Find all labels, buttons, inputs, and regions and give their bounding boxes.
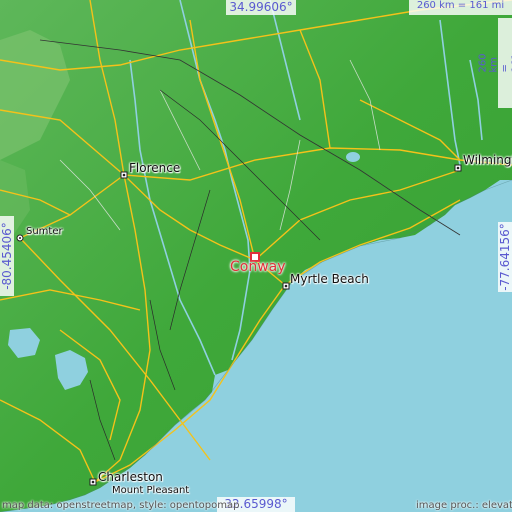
lake xyxy=(346,152,360,162)
label-florence: Florence xyxy=(129,161,181,175)
map-view[interactable]: 34.99606° 32.65998° -80.45406° -77.64156… xyxy=(0,0,512,512)
label-sumter: Sumter xyxy=(26,226,63,237)
label-myrtle-beach: Myrtle Beach xyxy=(290,272,369,286)
label-charleston: Charleston xyxy=(98,470,163,484)
label-conway: Conway xyxy=(230,259,286,275)
scale-vertical-text: 260 km = 161 mi xyxy=(477,53,512,73)
credits-left: map data: openstreetmap, style: opentopo… xyxy=(2,500,240,511)
map-canvas xyxy=(0,0,512,512)
longitude-right: -77.64156° xyxy=(498,222,512,292)
label-mount-pleasant: Mount Pleasant xyxy=(112,485,190,496)
longitude-right-text: -77.64156° xyxy=(498,223,512,291)
longitude-left: -80.45406° xyxy=(0,216,14,296)
scale-horizontal: 260 km = 161 mi xyxy=(409,0,512,15)
latitude-top: 34.99606° xyxy=(226,0,296,15)
scale-vertical: 260 km = 161 mi xyxy=(478,18,512,108)
label-wilmington: Wilmington xyxy=(463,153,512,167)
credits-right: image proc.: elevation.city xyxy=(416,500,512,511)
longitude-left-text: -80.45406° xyxy=(0,222,14,290)
